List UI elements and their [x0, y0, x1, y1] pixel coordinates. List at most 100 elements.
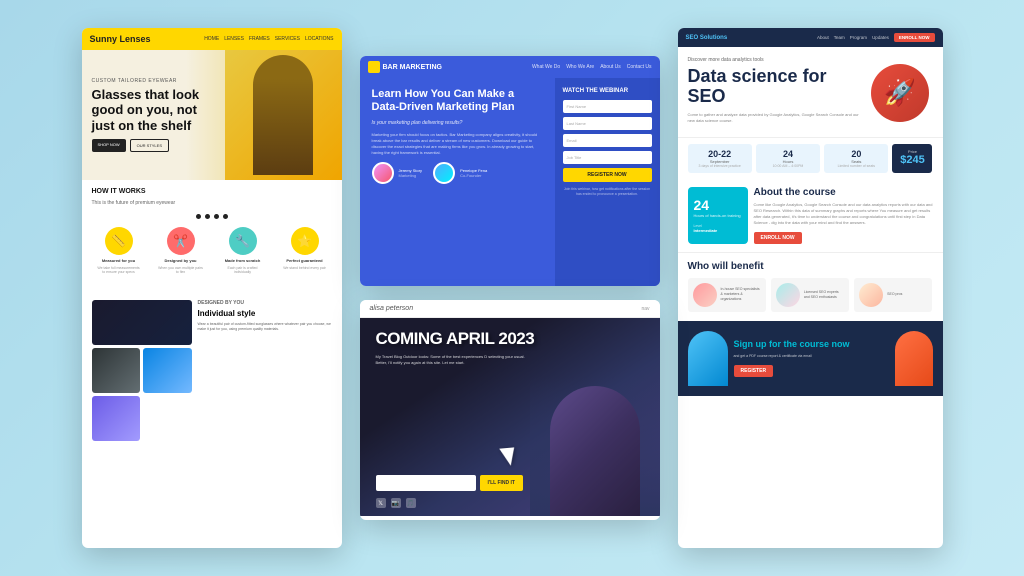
benefit-text-2: Licensed SEO experts and SEO enthusiasts: [804, 290, 844, 300]
stat-dates-num: 20-22: [692, 149, 748, 159]
enroll-header-button[interactable]: ENROLL NOW: [894, 33, 935, 42]
about-title: About the course: [754, 187, 933, 198]
register-button[interactable]: REGISTER NOW: [563, 168, 652, 182]
price-value: $245: [896, 154, 928, 166]
bar-logo-text: BAR MARKETING: [383, 64, 443, 71]
photo-1: [92, 300, 192, 345]
april-text-overlay: COMING APRIL 2023 My Travel Blog Outdoor…: [376, 330, 535, 366]
about-level-value: Intermediate: [694, 228, 742, 233]
benefit-item-3: SEO pros: [854, 278, 932, 312]
speaker2-avatar: [433, 162, 455, 184]
april-signup-form: I'LL FIND IT: [376, 475, 523, 491]
find-it-button[interactable]: I'LL FIND IT: [480, 475, 523, 491]
designed-by-label: DESIGNED BY YOU: [198, 300, 332, 306]
cursor-pointer: [499, 447, 516, 466]
job-title-field[interactable]: Job Title: [563, 151, 652, 164]
feature-icons: 📏 Measured for you We take full measurem…: [92, 227, 332, 274]
middle-column: BAR MARKETING What We Do Who We Are Abou…: [360, 56, 660, 520]
feature-1-label: Measured for you: [102, 258, 135, 263]
feature-4-label: Perfect guaranteed: [286, 258, 322, 263]
scissors-icon: ✂️: [167, 227, 195, 255]
enroll-about-button[interactable]: ENROLL NOW: [754, 232, 802, 244]
sunny-logo: Sunny Lenses: [90, 34, 151, 44]
screenshots-container: Sunny Lenses HOME LENSES FRAMES SERVICES…: [0, 0, 1024, 576]
photo-3: [143, 348, 192, 393]
seo-course-screenshot: SEO Solutions About Team Program Updates…: [678, 28, 943, 548]
bar-header: BAR MARKETING What We Do Who We Are Abou…: [360, 56, 660, 78]
benefit-text-3: SEO pros: [887, 292, 902, 297]
dot-4: [223, 214, 228, 219]
stat-seats: 20 Seats Limited number of seats: [824, 144, 888, 173]
email-field[interactable]: Email: [563, 134, 652, 147]
benefit-list: In-house SEO specialists & marketers & o…: [688, 278, 933, 312]
bar-marketing-screenshot: BAR MARKETING What We Do Who We Are Abou…: [360, 56, 660, 286]
bar-title: Learn How You Can Make a Data-Driven Mar…: [372, 88, 543, 114]
cta-title: Sign up for the course now: [734, 339, 889, 350]
bar-form: WATCH THE WEBINAR First Name Last Name E…: [555, 78, 660, 286]
about-text: Come like Google Analytics, Google Searc…: [754, 202, 933, 226]
shop-now-button[interactable]: SHOP NOW: [92, 139, 126, 152]
star-icon: ⭐: [291, 227, 319, 255]
feature-4-desc: We stand behind every pair: [282, 266, 327, 270]
our-styles-button[interactable]: OUR STYLES: [130, 139, 169, 152]
first-name-field[interactable]: First Name: [563, 100, 652, 113]
instagram-icon[interactable]: 📷: [391, 498, 401, 508]
bar-avatars: Jeremy Story Marketing Penelope Fena Co-…: [372, 162, 543, 184]
bar-nav: What We Do Who We Are About Us Contact U…: [532, 64, 652, 70]
bar-logo-icon: [368, 61, 380, 73]
bar-body-text: Marketing your firm should focus on tact…: [372, 132, 543, 156]
individual-style-desc: Wear a beautiful pair of custom-fitted s…: [198, 322, 332, 332]
seo-cta-section: Sign up for the course now and get a PDF…: [678, 321, 943, 396]
about-hours-label: Hours of hands-on training: [694, 213, 742, 218]
feature-3-label: Made from scratch: [225, 258, 261, 263]
feature-1: 📏 Measured for you We take full measurem…: [96, 227, 141, 274]
seo-description: Come to gather and analyze data provided…: [688, 112, 860, 124]
last-name-field[interactable]: Last Name: [563, 117, 652, 130]
wrench-icon: 🔧: [229, 227, 257, 255]
how-it-works-label: HOW IT WORKS: [92, 188, 332, 195]
measure-icon: 📏: [105, 227, 133, 255]
cta-person-1: [688, 331, 728, 386]
seo-discover-text: Discover more data analytics tools: [688, 57, 860, 63]
april-logo: alisa peterson: [370, 305, 414, 312]
coming-soon-title: COMING APRIL 2023: [376, 330, 535, 349]
stat-hours: 24 Hours 10:00 AM – 4:00PM: [756, 144, 820, 173]
form-footnote: Join this webinar, how get notifications…: [563, 187, 652, 197]
person-image: [253, 55, 313, 175]
benefit-icon-3: [859, 283, 883, 307]
email-signup-input[interactable]: [376, 475, 476, 491]
benefit-icon-2: [776, 283, 800, 307]
cta-person-2: [895, 331, 933, 386]
section-subtitle: This is the future of premium eyewear: [92, 200, 332, 206]
stat-seats-num: 20: [828, 149, 884, 159]
cta-register-button[interactable]: REGISTER: [734, 365, 774, 377]
seo-hero: Discover more data analytics tools Data …: [678, 47, 943, 137]
about-hours-box: 24 Hours of hands-on training Level Inte…: [688, 187, 748, 244]
tiktok-icon[interactable]: 🎵: [406, 498, 416, 508]
coming-soon-desc: My Travel Blog Outdoor looks: Some of th…: [376, 354, 526, 366]
speaker1-avatar: [372, 162, 394, 184]
seo-main-title: Data science for SEO: [688, 67, 860, 107]
individual-style-section: DESIGNED BY YOU Individual style Wear a …: [82, 292, 342, 449]
rocket-icon: 🚀: [871, 64, 929, 122]
coming-soon-screenshot: alisa peterson nav COMING APRIL 2023 My …: [360, 300, 660, 520]
feature-2-label: Designed by you: [164, 258, 196, 263]
dot-3: [214, 214, 219, 219]
april-body: COMING APRIL 2023 My Travel Blog Outdoor…: [360, 318, 660, 516]
individual-style-title: Individual style: [198, 309, 332, 318]
feature-2: ✂️ Designed by you When you own multiple…: [158, 227, 203, 274]
photo-4: [92, 396, 141, 441]
who-will-benefit-section: Who will benefit In-house SEO specialist…: [678, 252, 943, 320]
feature-1-desc: We take full measurements to ensure your…: [96, 266, 141, 274]
bar-content-left: Learn How You Can Make a Data-Driven Mar…: [360, 78, 555, 286]
twitter-icon[interactable]: 𝕏: [376, 498, 386, 508]
stat-dates: 20-22 September 3 days of intensive prac…: [688, 144, 752, 173]
seo-nav: About Team Program Updates ENROLL NOW: [817, 33, 934, 42]
hero-title: Glasses that look good on you, not just …: [92, 87, 215, 134]
photo-2: [92, 348, 141, 393]
sunny-header: Sunny Lenses HOME LENSES FRAMES SERVICES…: [82, 28, 342, 50]
bar-subtitle: Is your marketing plan delivering result…: [372, 120, 543, 126]
benefit-item-1: In-house SEO specialists & marketers & o…: [688, 278, 766, 312]
progress-dots: [92, 214, 332, 219]
sunny-hero: CUSTOM TAILORED EYEWEAR Glasses that loo…: [82, 50, 342, 180]
